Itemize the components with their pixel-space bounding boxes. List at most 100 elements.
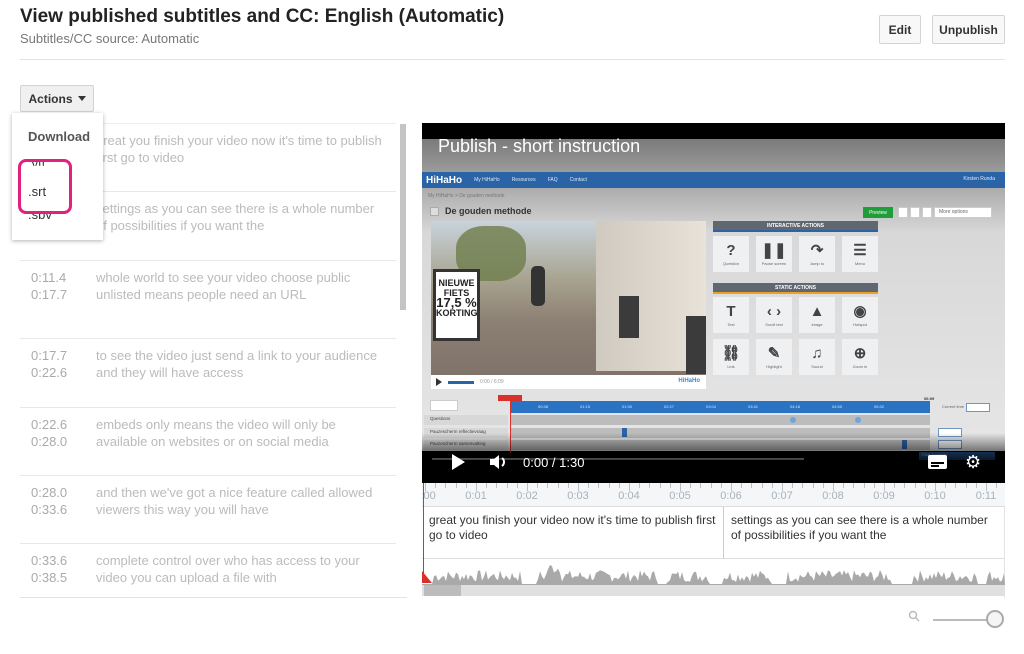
- cue-times: 0:17.7 0:22.6: [31, 347, 91, 381]
- action-tile-icon: T: [726, 303, 736, 320]
- download-srt-option[interactable]: .srt: [28, 184, 46, 199]
- ruler-tick: [894, 483, 896, 488]
- ruler-tick: [639, 483, 641, 488]
- action-tile-icon: ↷: [810, 242, 824, 259]
- inner-nav-link: FAQ: [547, 177, 558, 183]
- ruler-label: 0:10: [924, 490, 946, 502]
- timeline-scrollbar[interactable]: [422, 585, 1005, 596]
- inner-volume-bar: [448, 380, 474, 384]
- inner-action-tile: ‹ › Scroll text: [756, 297, 792, 333]
- inner-action-tile: T Text: [713, 297, 749, 333]
- cue-start-time: 0:28.0: [31, 485, 68, 500]
- interactive-actions-header: INTERACTIVE ACTIONS: [713, 221, 878, 232]
- ruler-tick: [445, 483, 447, 488]
- caption-segment[interactable]: great you finish your video now it's tim…: [422, 507, 724, 559]
- cue-text: to see the video just send a link to you…: [96, 348, 378, 380]
- zoom-slider-track[interactable]: [933, 619, 991, 621]
- video-player[interactable]: HiHaHo My HiHaHo Resources FAQ Contact K…: [422, 123, 1005, 483]
- actions-button[interactable]: Actions: [20, 85, 94, 112]
- volume-icon[interactable]: [488, 453, 510, 471]
- inner-timeline-tools: [430, 400, 458, 411]
- ruler-tick: [751, 483, 753, 488]
- zoom-slider-handle[interactable]: [986, 610, 1004, 628]
- zoom-magnifier-icon: [908, 610, 920, 622]
- ruler-tick: [761, 483, 763, 488]
- transcript-cue[interactable]: 0:17.7 0:22.6 to see the video just send a…: [20, 339, 396, 408]
- inner-nav-link: My HiHaHo: [474, 177, 500, 183]
- captions-icon[interactable]: [928, 455, 947, 469]
- ruler-label: 0:08: [822, 490, 844, 502]
- ruler-label: 0:07: [771, 490, 793, 502]
- ruler-label: 0:06: [720, 490, 742, 502]
- edit-button[interactable]: Edit: [879, 15, 921, 44]
- inner-timeline-ruler: 00:38 01:15 01:30 02:27 03:04 03:41 04:18 04:55…: [510, 401, 930, 413]
- inner-row-track: [510, 415, 930, 425]
- cue-times: 0:28.0 0:33.6: [31, 484, 91, 518]
- timeline-scroll-thumb[interactable]: [424, 585, 461, 596]
- action-tile-icon: ✎: [767, 345, 781, 362]
- action-tile-label: Zoom in: [852, 364, 868, 369]
- inner-ruler-label: 01:30: [622, 404, 633, 409]
- action-tile-label: Question: [722, 261, 739, 266]
- action-tile-icon: ?: [726, 242, 736, 259]
- caption-segment[interactable]: settings as you can see there is a whole…: [724, 507, 1005, 559]
- ruler-tick: [965, 483, 967, 488]
- action-tile-label: Sound: [811, 364, 823, 369]
- question-marker: [790, 417, 796, 423]
- ruler-tick: [853, 483, 855, 488]
- unpublish-button[interactable]: Unpublish: [932, 15, 1005, 44]
- inner-action-tile: ☰ Menu: [842, 236, 878, 272]
- transcript-cue[interactable]: 0:11.4 0:17.7 whole world to see your vide…: [20, 261, 396, 339]
- inner-action-tile: ⊕ Zoom in: [842, 339, 878, 375]
- cue-text: settings as you can see there is a whole…: [96, 201, 375, 233]
- ruler-tick: [792, 483, 794, 488]
- player-controls: 0:00 / 1:30 ⚙: [422, 433, 1005, 483]
- cue-start-time: 0:17.7: [31, 348, 68, 363]
- ruler-tick: [914, 483, 916, 488]
- action-tile-icon: ◉: [853, 303, 867, 320]
- transcript-scrollbar[interactable]: [400, 124, 406, 310]
- cue-end-time: 0:33.6: [31, 502, 68, 517]
- ruler-tick: [557, 483, 559, 488]
- waveform-path: [422, 564, 1005, 585]
- inner-current-time-label: Current time: [942, 404, 965, 409]
- ruler-tick: [945, 483, 947, 488]
- action-tile-label: Hotspot: [853, 322, 867, 327]
- ruler-tick: [975, 483, 977, 488]
- ruler-tick: [649, 483, 651, 488]
- ruler-tick: [843, 483, 845, 488]
- transcript-cue[interactable]: 0:22.6 0:28.0 embeds only means the video …: [20, 408, 396, 476]
- ruler-tick: [904, 483, 906, 488]
- settings-gear-icon[interactable]: ⚙: [965, 453, 983, 471]
- ruler-label: 0:02: [516, 490, 538, 502]
- inner-project-title-text: De gouden methode: [445, 206, 532, 216]
- download-sbv-option[interactable]: .sbv: [28, 212, 52, 222]
- ruler-tick: [588, 483, 590, 488]
- planter-shape: [619, 296, 639, 338]
- sign-line: 17,5 %: [436, 295, 477, 310]
- ruler-label: 0:11: [975, 490, 997, 502]
- transcript-cue[interactable]: 0:28.0 0:33.6 and then we've got a nice fe…: [20, 476, 396, 544]
- caret-down-icon: [77, 96, 86, 101]
- ad-sign: NIEUWE FIETS 17,5 % KORTING: [433, 269, 480, 341]
- inner-timeline-end: 06:09: [924, 396, 935, 401]
- play-icon[interactable]: [452, 454, 465, 470]
- action-tile-icon: ❚❚: [761, 242, 787, 259]
- inner-row-label: Questions: [430, 416, 451, 421]
- dropdown-heading: Download: [28, 129, 91, 144]
- playhead-line: [423, 483, 424, 583]
- ruler-tick: [955, 483, 957, 488]
- ruler-tick: [455, 483, 457, 488]
- ruler-tick: [924, 483, 926, 488]
- transcript-cue[interactable]: 0:33.6 0:38.5 complete control over who ha…: [20, 544, 396, 598]
- ruler-label: 0:00: [422, 490, 436, 502]
- time-ruler[interactable]: 0:00 0:01 0:02 0:03 0:04 0:05 0:06 0:07 0:08 0:09…: [422, 483, 1005, 507]
- ruler-tick: [567, 483, 569, 488]
- action-tile-label: Pause screen: [761, 261, 787, 266]
- inner-user: Kirsten Runda: [963, 176, 995, 182]
- ruler-label: 0:09: [873, 490, 895, 502]
- download-vtt-option[interactable]: .vtt: [28, 156, 45, 166]
- inner-ruler-label: 00:38: [538, 404, 549, 409]
- inner-ruler-label: 01:15: [580, 404, 591, 409]
- inner-tool-icon: [910, 207, 920, 218]
